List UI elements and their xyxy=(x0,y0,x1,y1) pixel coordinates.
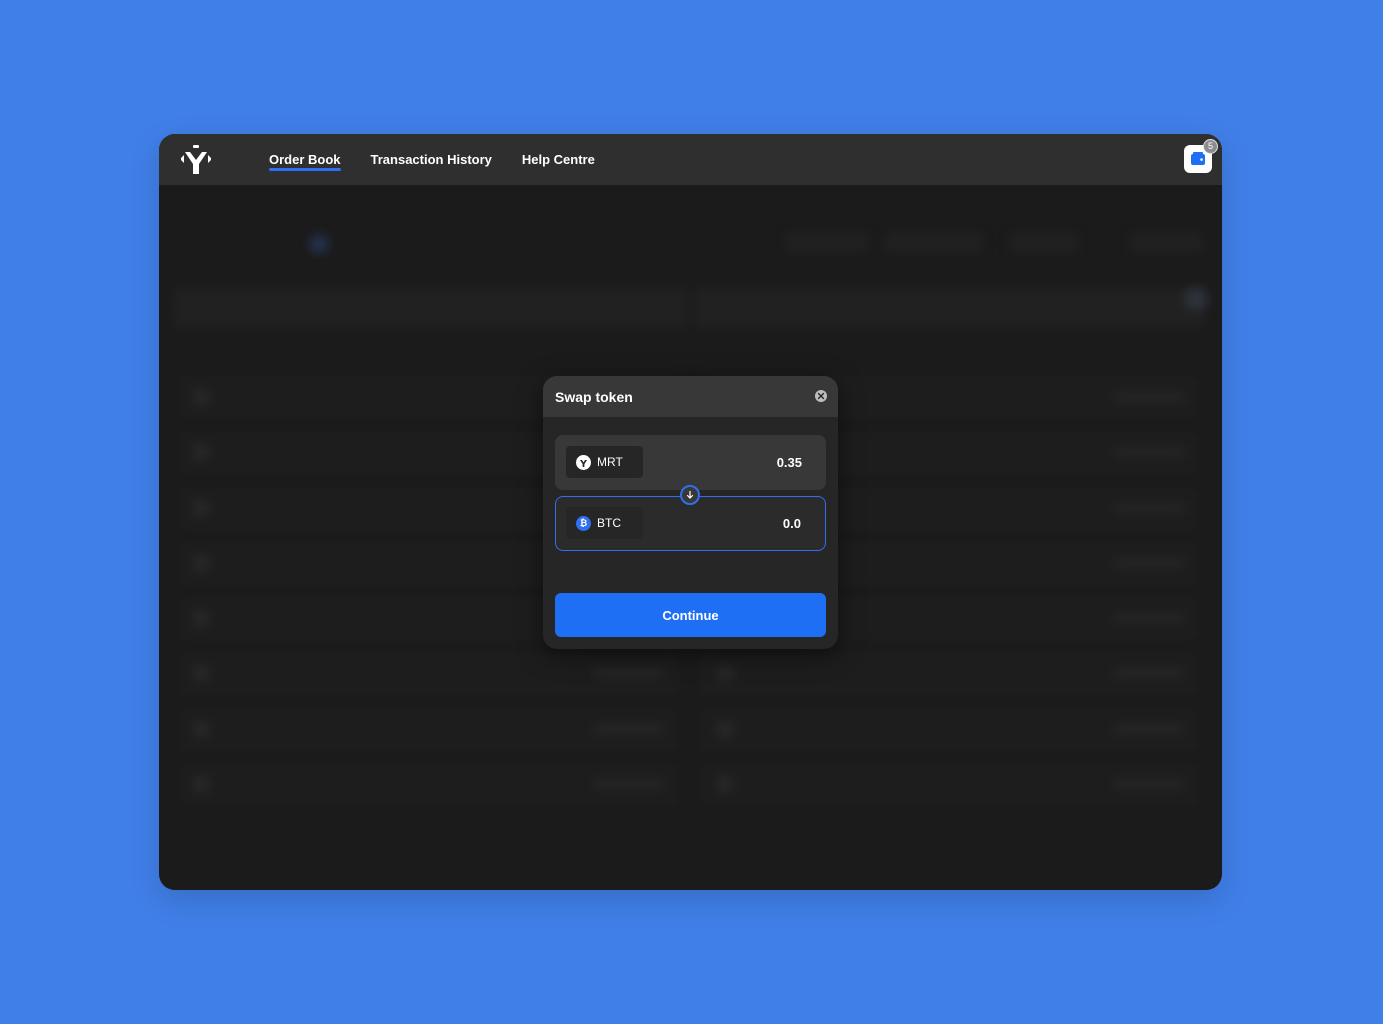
modal-header: Swap token xyxy=(543,376,838,417)
to-token-name: BTC xyxy=(597,516,621,530)
main-nav: Order Book Transaction History Help Cent… xyxy=(269,134,625,185)
to-amount-value: 0.0 xyxy=(782,516,801,531)
from-token-selector[interactable]: MRT xyxy=(566,446,643,478)
from-token-name: MRT xyxy=(597,455,623,469)
nav-help-centre[interactable]: Help Centre xyxy=(522,134,595,185)
to-token-selector[interactable]: ₿ BTC xyxy=(566,507,643,539)
app-window: Order Book Transaction History Help Cent… xyxy=(159,134,1222,890)
close-icon xyxy=(817,392,825,400)
arrow-down-icon xyxy=(686,490,694,499)
wallet-button[interactable]: 5 xyxy=(1184,139,1218,173)
wallet-icon xyxy=(1191,152,1205,165)
swap-from-field[interactable]: MRT 0.35 xyxy=(555,435,826,490)
btc-token-icon: ₿ xyxy=(576,515,591,531)
modal-title: Swap token xyxy=(555,388,633,405)
wallet-notification-badge: 5 xyxy=(1203,139,1218,154)
nav-order-book[interactable]: Order Book xyxy=(269,134,341,185)
top-navigation-bar: Order Book Transaction History Help Cent… xyxy=(159,134,1222,185)
from-amount-value: 0.35 xyxy=(776,455,802,470)
nav-transaction-history[interactable]: Transaction History xyxy=(371,134,492,185)
continue-button[interactable]: Continue xyxy=(555,593,826,637)
mrt-token-icon xyxy=(576,454,591,470)
brand-logo-icon[interactable] xyxy=(179,143,213,177)
swap-token-modal: Swap token MRT 0.35 ₿ BTC 0.0 Continue xyxy=(543,376,838,649)
close-button[interactable] xyxy=(815,390,827,402)
swap-direction-button[interactable] xyxy=(680,485,700,505)
